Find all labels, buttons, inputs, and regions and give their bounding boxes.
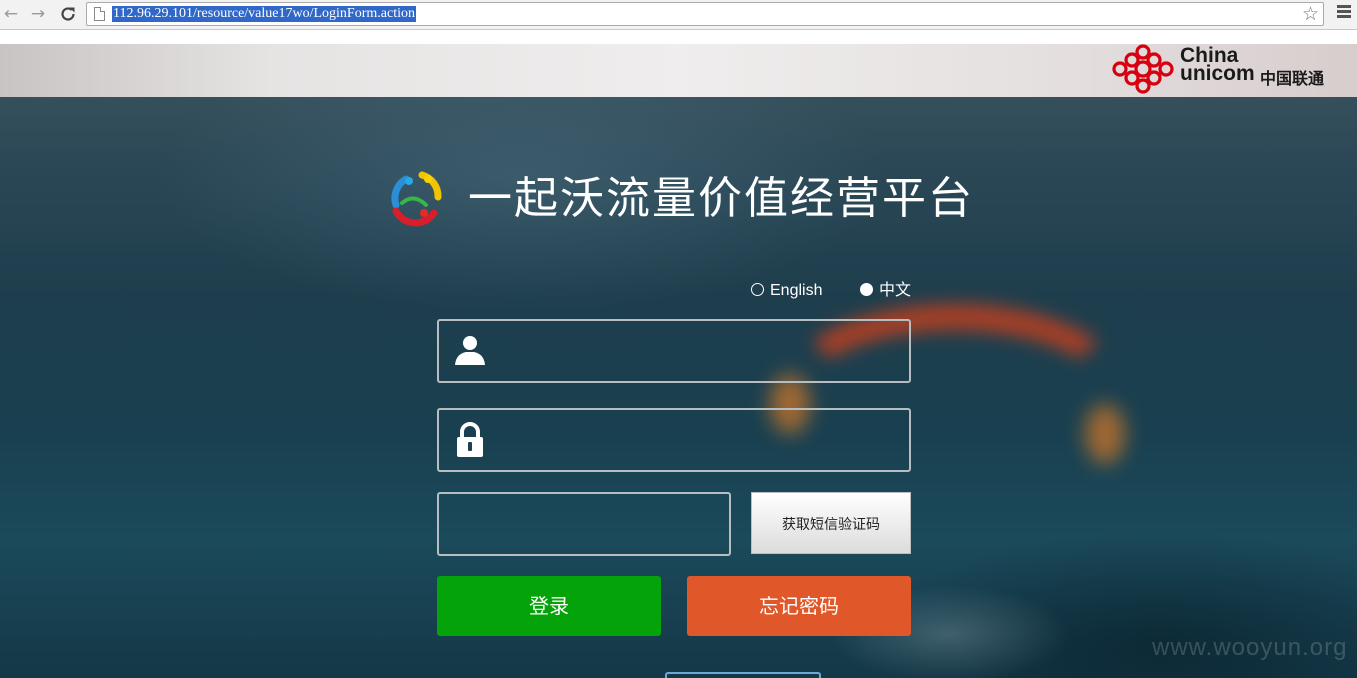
password-input[interactable]	[499, 410, 903, 472]
forward-button[interactable]: →	[27, 3, 49, 25]
brand-name-line2: unicom	[1180, 62, 1255, 85]
arrow-left-icon: ←	[3, 4, 19, 24]
user-icon	[455, 336, 485, 365]
sms-code-field[interactable]	[437, 492, 899, 556]
address-bar[interactable]: 112.96.29.101/resource/value17wo/LoginFo…	[86, 2, 1324, 26]
brand-name-cn: 中国联通	[1260, 69, 1325, 88]
radio-icon[interactable]	[751, 283, 764, 296]
get-sms-code-button[interactable]: 获取短信验证码	[751, 492, 911, 554]
arrow-right-icon: →	[30, 4, 46, 24]
language-label: English	[770, 282, 823, 299]
page-icon	[94, 7, 105, 21]
china-unicom-logo: China unicom 中国联通	[1112, 44, 1342, 94]
login-button[interactable]: 登录	[437, 576, 661, 636]
language-option-chinese[interactable]: 中文	[860, 281, 911, 301]
star-icon[interactable]: ☆	[1302, 3, 1319, 25]
partially-visible-box	[665, 672, 821, 678]
reload-icon	[61, 7, 75, 21]
forgot-password-button[interactable]: 忘记密码	[687, 576, 911, 636]
url-text[interactable]: 112.96.29.101/resource/value17wo/LoginFo…	[112, 6, 416, 22]
login-page: China unicom 中国联通 一起沃流量价值经营平台 English 中文	[0, 44, 1357, 678]
background-paraglider-tip	[1085, 404, 1125, 464]
password-field[interactable]	[437, 408, 911, 472]
browser-toolbar: ← → 112.96.29.101/resource/value17wo/Log…	[0, 0, 1357, 30]
back-button[interactable]: ←	[0, 3, 22, 25]
menu-icon[interactable]	[1337, 5, 1351, 23]
get-sms-code-label: 获取短信验证码	[782, 517, 880, 533]
username-field[interactable]	[437, 319, 911, 383]
platform-logo-icon	[391, 171, 442, 227]
chrome-gap	[0, 30, 1357, 44]
unicom-knot-icon	[1112, 44, 1174, 94]
watermark: www.wooyun.org	[1152, 634, 1348, 661]
language-label: 中文	[879, 282, 912, 299]
brand-name: China unicom	[1180, 45, 1255, 85]
page-title: 一起沃流量价值经营平台	[468, 173, 974, 224]
reload-button[interactable]	[57, 3, 79, 25]
language-option-english[interactable]: English	[751, 281, 822, 301]
username-input[interactable]	[499, 321, 903, 383]
radio-checked-icon[interactable]	[860, 283, 873, 296]
lock-icon	[457, 422, 483, 457]
